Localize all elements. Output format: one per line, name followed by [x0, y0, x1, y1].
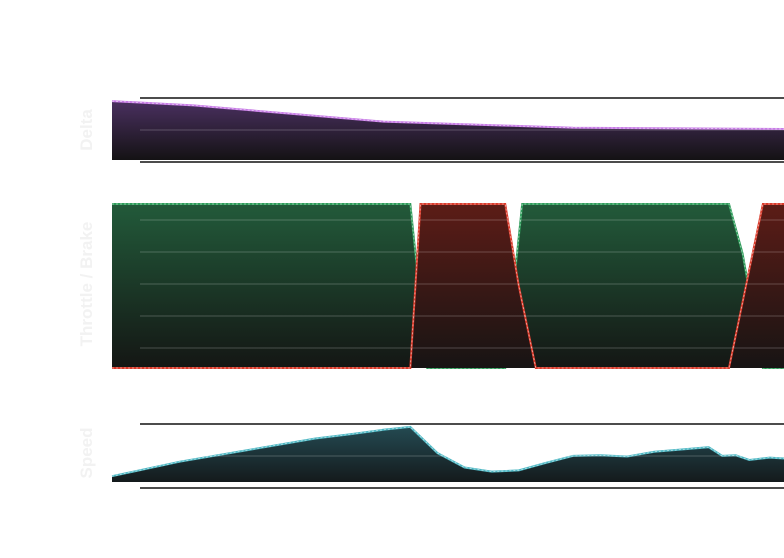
series-1-area [112, 101, 784, 160]
telemetry-chart: Delta Throttle / Brake Speed [77, 97, 784, 489]
panel-3: Speed [77, 423, 784, 489]
series-1-area [112, 426, 784, 482]
y-axis-label: Throttle / Brake [77, 222, 96, 347]
y-axis-label: Delta [77, 109, 96, 151]
panel-2: Throttle / Brake [77, 203, 784, 369]
y-axis-label: Speed [77, 427, 96, 478]
panel-1: Delta [77, 97, 784, 163]
